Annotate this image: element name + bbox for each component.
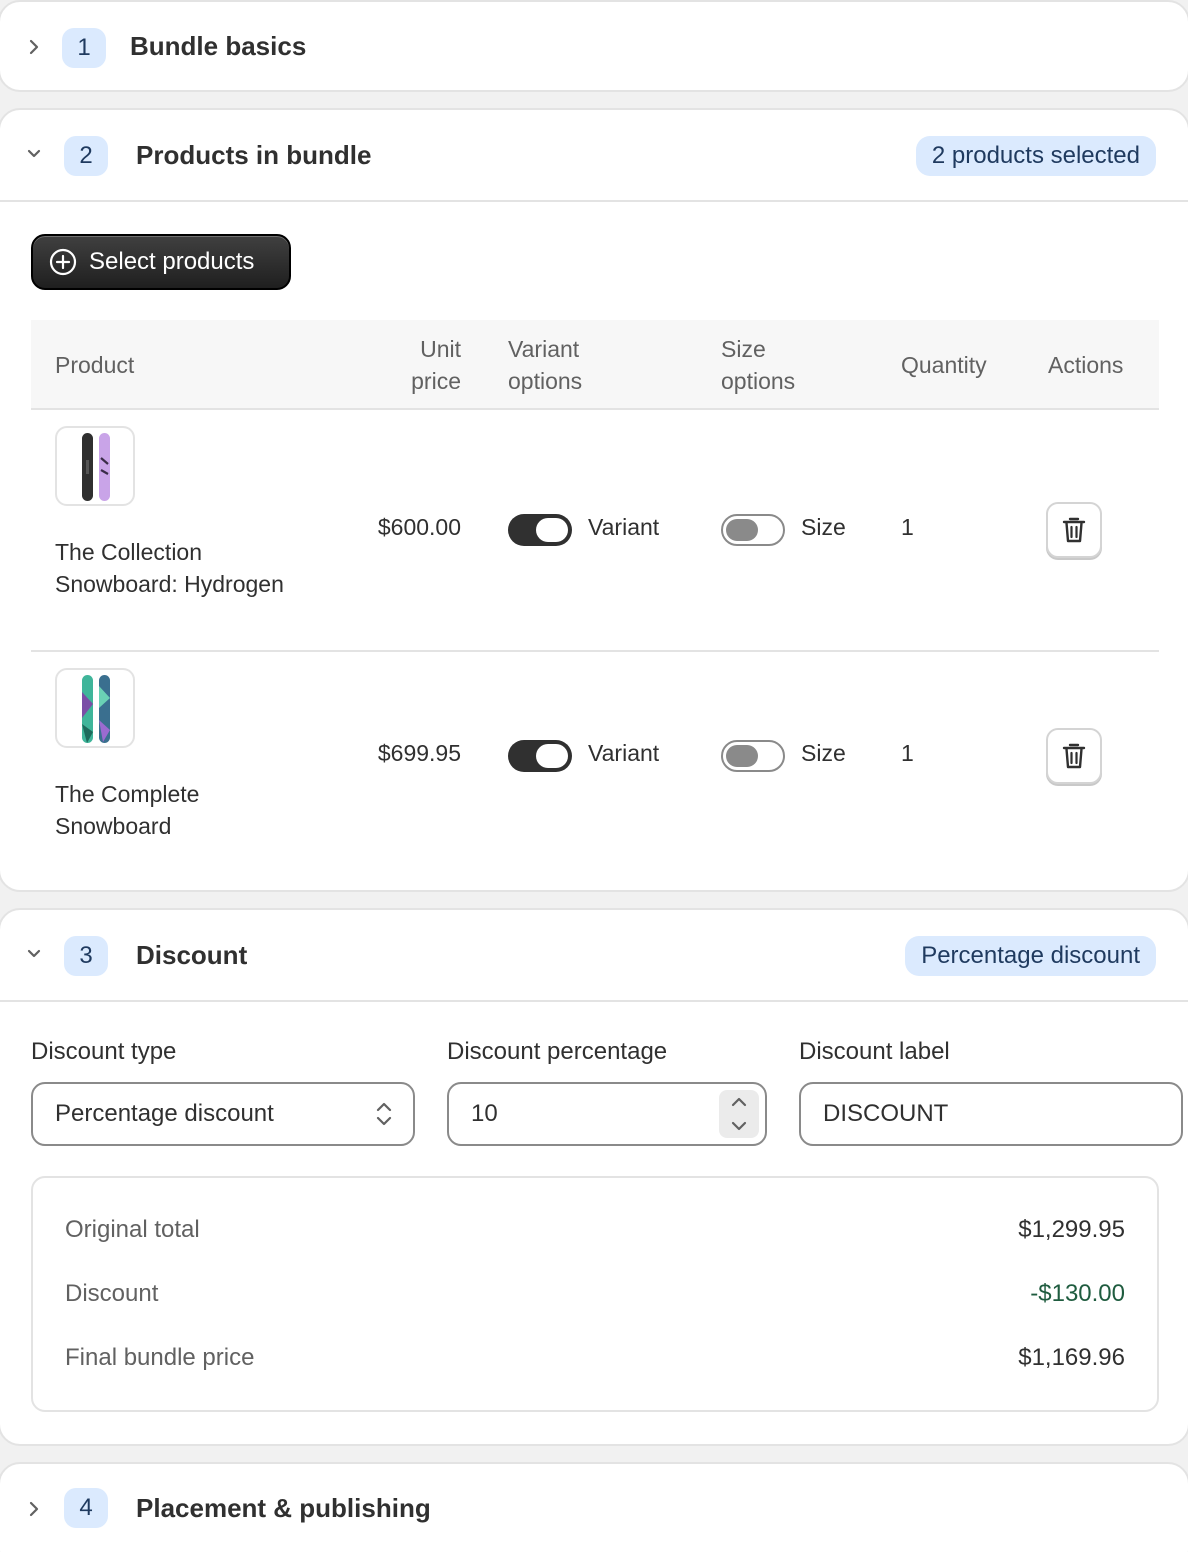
- product-name: The Collection Snowboard: Hydrogen: [55, 539, 284, 597]
- table-row: The Complete Snowboard $699.95 Variant S…: [31, 652, 1159, 872]
- discount-amount-value: -$130.00: [1030, 1280, 1125, 1307]
- final-price-value: $1,169.96: [1018, 1344, 1125, 1371]
- final-price-label: Final bundle price: [65, 1344, 255, 1371]
- discount-percentage-label: Discount percentage: [447, 1038, 668, 1065]
- section-title: Products in bundle: [136, 139, 372, 170]
- product-thumbnail: [55, 668, 135, 748]
- column-header-actions: Actions: [1048, 352, 1124, 378]
- summary-row-discount: Discount -$130.00: [65, 1274, 1125, 1314]
- variant-toggle[interactable]: [508, 514, 572, 546]
- product-thumbnail: [55, 426, 135, 506]
- section-bundle-basics: 1 Bundle basics: [0, 0, 1188, 92]
- product-quantity: 1: [901, 740, 914, 766]
- delete-product-button[interactable]: [1046, 502, 1102, 558]
- products-table: Product Unit price Variant options Size …: [31, 320, 1159, 872]
- section-products-in-bundle: 2 Products in bundle 2 products selected…: [0, 108, 1188, 892]
- step-number: 3: [64, 936, 108, 976]
- chevron-down-icon: [26, 146, 42, 162]
- section-title: Bundle basics: [130, 30, 307, 61]
- products-selected-badge: 2 products selected: [915, 136, 1156, 176]
- size-toggle-label: Size: [801, 514, 846, 540]
- discount-type-select[interactable]: Percentage discount: [31, 1082, 415, 1146]
- variant-toggle-label: Variant: [588, 740, 660, 766]
- section-title: Placement & publishing: [136, 1492, 431, 1523]
- trash-icon: [1062, 517, 1086, 543]
- plus-circle-icon: [49, 248, 77, 276]
- original-total-value: $1,299.95: [1018, 1216, 1125, 1243]
- discount-percentage-input[interactable]: 10: [447, 1082, 767, 1146]
- section-discount: 3 Discount Percentage discount Discount …: [0, 908, 1188, 1446]
- summary-row-final: Final bundle price $1,169.96: [65, 1338, 1125, 1378]
- size-toggle[interactable]: [721, 740, 785, 772]
- chevron-down-icon: [26, 946, 42, 962]
- snowboard-image-icon: [82, 675, 110, 743]
- discount-label-label: Discount label: [799, 1038, 950, 1065]
- delete-product-button[interactable]: [1046, 728, 1102, 784]
- discount-type-label: Discount type: [31, 1038, 177, 1065]
- discount-amount-label: Discount: [65, 1280, 159, 1307]
- size-toggle-label: Size: [801, 740, 846, 766]
- step-number: 4: [64, 1488, 108, 1528]
- trash-icon: [1062, 743, 1086, 769]
- product-unit-price: $600.00: [377, 514, 461, 540]
- discount-summary: Original total $1,299.95 Discount -$130.…: [31, 1176, 1159, 1412]
- column-header-product: Product: [55, 352, 135, 378]
- original-total-label: Original total: [65, 1216, 200, 1243]
- summary-row-original: Original total $1,299.95: [65, 1210, 1125, 1250]
- select-products-label: Select products: [89, 248, 255, 275]
- discount-type-badge: Percentage discount: [905, 936, 1156, 976]
- discount-type-value: Percentage discount: [55, 1100, 274, 1127]
- select-products-button[interactable]: Select products: [31, 234, 291, 290]
- table-header: Product Unit price Variant options Size …: [31, 320, 1159, 410]
- column-header-unit-price: Unit price: [411, 336, 461, 394]
- step-number: 1: [62, 28, 106, 68]
- column-header-quantity: Quantity: [901, 352, 987, 378]
- snowboard-image-icon: [82, 433, 110, 501]
- section-placement-header[interactable]: 4 Placement & publishing: [0, 1464, 1188, 1552]
- discount-label-value: DISCOUNT: [823, 1100, 949, 1127]
- section-placement-publishing: 4 Placement & publishing: [0, 1462, 1188, 1552]
- column-header-size-options: Size options: [721, 336, 796, 394]
- section-title: Discount: [136, 939, 248, 970]
- size-toggle[interactable]: [721, 514, 785, 546]
- table-row: The Collection Snowboard: Hydrogen $600.…: [31, 410, 1159, 652]
- variant-toggle[interactable]: [508, 740, 572, 772]
- discount-label-input[interactable]: DISCOUNT: [799, 1082, 1183, 1146]
- product-quantity: 1: [901, 514, 914, 540]
- chevron-up-icon[interactable]: [730, 1097, 748, 1107]
- chevron-down-icon[interactable]: [730, 1121, 748, 1131]
- product-unit-price: $699.95: [377, 740, 461, 766]
- column-header-variant-options: Variant options: [508, 336, 583, 394]
- step-number: 2: [64, 136, 108, 176]
- section-bundle-basics-header[interactable]: 1 Bundle basics: [0, 2, 1188, 90]
- section-discount-header[interactable]: 3 Discount Percentage discount: [0, 910, 1188, 1002]
- select-arrows-icon: [376, 1102, 392, 1126]
- product-name: The Complete Snowboard: [55, 781, 200, 839]
- section-products-header[interactable]: 2 Products in bundle 2 products selected: [0, 110, 1188, 202]
- chevron-right-icon: [26, 1501, 42, 1517]
- variant-toggle-label: Variant: [588, 514, 660, 540]
- number-stepper[interactable]: [719, 1090, 759, 1138]
- chevron-right-icon: [26, 39, 42, 55]
